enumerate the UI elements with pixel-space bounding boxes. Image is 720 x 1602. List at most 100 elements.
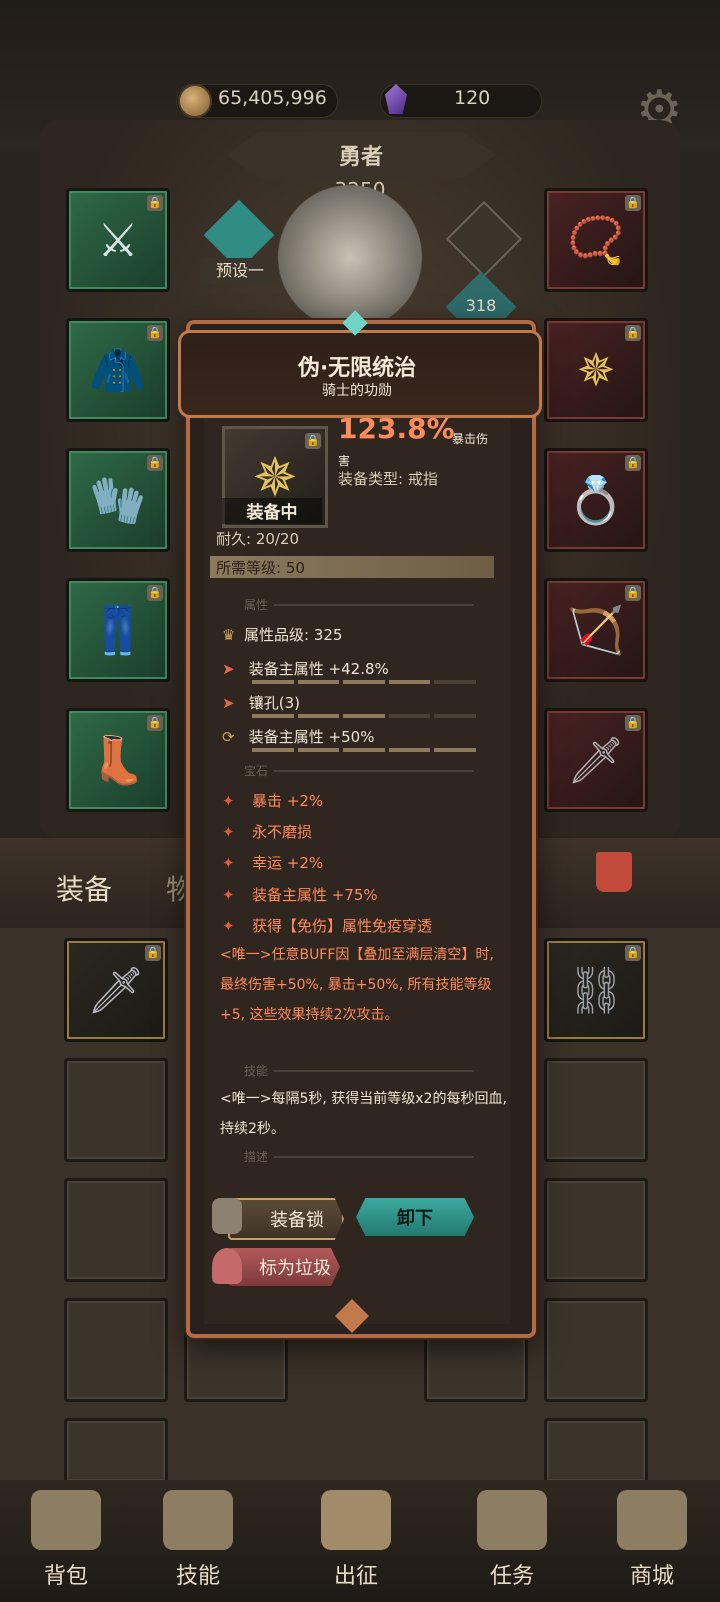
nav-shop[interactable]: 商城 [602,1490,702,1600]
item-subtitle: 骑士的功勋 [322,383,392,399]
nav-label: 商城 [629,1564,674,1589]
level-badge-value: 318 [465,296,497,315]
inventory-item-bracer[interactable]: ⛓ 🔒 [544,938,648,1042]
section-attributes: 属性 [244,598,269,612]
equip-slot-boots[interactable]: 👢 🔒 [66,708,170,812]
attribute-row: ⟳ 装备主属性 +50% [222,726,374,747]
nav-expedition[interactable]: 出征 [306,1490,406,1600]
inventory-item-sword[interactable]: 🗡 🔒 [64,938,168,1042]
lock-icon: 🔒 [625,325,641,341]
nav-backpack[interactable]: 背包 [16,1490,116,1600]
gold-amount: 65,405,996 [218,87,327,109]
mark-trash-icon [212,1248,242,1284]
nav-label: 技能 [175,1564,220,1589]
backpack-icon [31,1490,101,1550]
attribute-text: 装备主属性 +42.8% [248,660,389,678]
attribute-text: 装备主属性 +50% [248,728,375,746]
skill-text: <唯一>每隔5秒, 获得当前等级x2的每秒回血, 持续2秒。 [220,1091,507,1137]
inventory-slot-empty[interactable] [544,1178,648,1282]
gem-row: ✦ 暴击 +2% [222,790,323,811]
arrow-icon: ➤ [222,660,235,678]
equip-slot-bow[interactable]: 🏹 🔒 [544,578,648,682]
inventory-slot-empty[interactable] [544,1298,648,1402]
nav-label: 出征 [333,1564,378,1589]
lock-icon: 🔒 [147,325,163,341]
cycle-icon: ⟳ [222,728,235,746]
tab-equipment[interactable]: 装备 [56,868,112,908]
attribute-text: 镶孔(3) [248,694,301,712]
trash-button-label: 标为垃圾 [259,1258,331,1279]
socket-bar [252,714,476,718]
nav-skills[interactable]: 技能 [148,1490,248,1600]
scroll-icon [477,1490,547,1550]
divider [274,604,474,606]
equipment-type: 装备类型: 戒指 [338,468,438,489]
crown-icon: ♛ [222,626,236,644]
nav-label: 任务 [489,1564,534,1589]
type-label: 装备类型: [338,470,404,488]
gem-sparkle-icon: ✦ [222,854,235,872]
inventory-slot-empty[interactable] [64,1058,168,1162]
inventory-slot-empty[interactable] [544,1058,648,1162]
padlock-icon [212,1198,242,1234]
section-skill: 技能 [244,1064,269,1078]
main-stat-value: 123.8% [338,412,455,445]
lock-icon: 🔒 [305,433,321,449]
lock-icon: 🔒 [625,945,641,961]
divider [274,770,474,772]
lock-icon: 🔒 [625,585,641,601]
item-name: 伪·无限统治 [297,356,417,381]
gem-text: 获得【免伤】属性免疫穿透 [252,917,433,935]
equip-slot-offhand[interactable]: 🗡 🔒 [544,708,648,812]
gem-text: 暴击 +2% [252,792,324,810]
inventory-slot-empty[interactable] [544,1418,648,1484]
gem-text: 幸运 +2% [252,854,324,872]
shop-icon [617,1490,687,1550]
equip-slot-gloves[interactable]: 🧤 🔒 [66,448,170,552]
mark-as-trash-button[interactable]: 标为垃圾 [228,1248,340,1286]
attribute-row: ♛ 属性品级: 325 [222,624,342,645]
divider [274,1070,474,1072]
required-level: 所需等级: 50 [216,557,305,578]
map-icon [321,1490,391,1550]
nav-quests[interactable]: 任务 [462,1490,562,1600]
main-stat-label: 暴击伤 [452,432,489,446]
unequip-button[interactable]: 卸下 [356,1198,474,1236]
main-stat-label-cont: 害 [338,454,351,468]
gem-sparkle-icon: ✦ [222,917,235,935]
equip-slot-ring-1[interactable]: ✵ 🔒 [544,318,648,422]
gem-amount: 120 [454,87,491,109]
required-level-value: 50 [285,559,305,577]
durability: 耐久: 20/20 [216,530,300,548]
inventory-slot-empty[interactable] [64,1178,168,1282]
trash-icon[interactable] [596,852,632,892]
attribute-bar [252,680,476,684]
lock-icon: 🔒 [145,945,161,961]
gem-sparkle-icon: ✦ [222,886,235,904]
gem-sparkle-icon: ✦ [222,792,235,810]
equip-slot-weapon[interactable]: ⚔ 🔒 [66,188,170,292]
required-level-label: 所需等级: [216,559,282,577]
equip-slot-necklace[interactable]: 📿 🔒 [544,188,648,292]
equip-slot-ring-2[interactable]: 💍 🔒 [544,448,648,552]
preset-label[interactable]: 预设一 [200,258,280,284]
equipment-lock-button[interactable]: 装备锁 [228,1198,344,1240]
equip-slot-pants[interactable]: 👖 🔒 [66,578,170,682]
attribute-row: ➤ 装备主属性 +42.8% [222,658,389,679]
type-value: 戒指 [407,470,438,488]
hero-title-banner: 勇者 [226,132,496,178]
lock-button-label: 装备锁 [270,1210,324,1231]
attribute-text: 属性品级: 325 [244,626,343,644]
gem-row: ✦ 永不磨损 [222,821,312,842]
inventory-slot-empty[interactable] [64,1418,168,1484]
inventory-slot-empty[interactable] [64,1298,168,1402]
lock-icon: 🔒 [147,455,163,471]
lock-icon: 🔒 [147,195,163,211]
lock-icon: 🔒 [625,715,641,731]
lock-icon: 🔒 [147,715,163,731]
section-description: 描述 [244,1150,269,1164]
nav-label: 背包 [43,1564,88,1589]
equip-slot-armor[interactable]: 🧥 🔒 [66,318,170,422]
book-icon [163,1490,233,1550]
gem-sparkle-icon: ✦ [222,823,235,841]
